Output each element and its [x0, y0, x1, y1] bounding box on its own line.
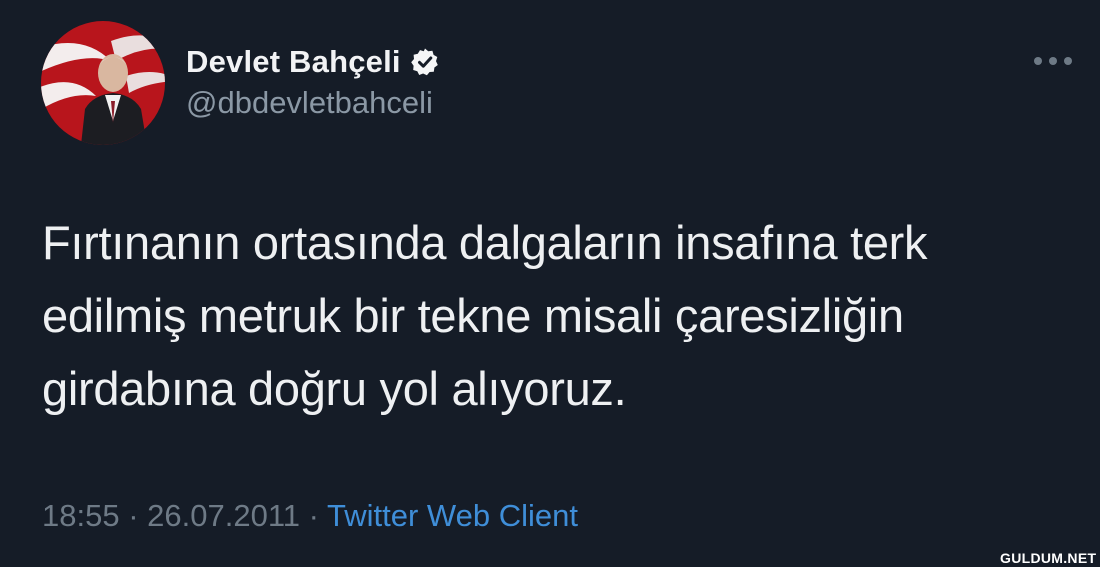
watermark: GULDUM.NET — [1000, 550, 1097, 566]
meta-separator: · — [308, 498, 319, 533]
user-handle[interactable]: @dbdevletbahceli — [186, 85, 433, 121]
tweet-meta: 18:55 · 26.07.2011 · Twitter Web Client — [42, 498, 578, 534]
user-name-row[interactable]: Devlet Bahçeli — [186, 44, 440, 80]
verified-badge-icon — [410, 47, 440, 77]
display-name[interactable]: Devlet Bahçeli — [186, 44, 401, 80]
tweet-card: Devlet Bahçeli @dbdevletbahceli Fırtınan… — [0, 0, 1100, 567]
tweet-date[interactable]: 26.07.2011 — [147, 498, 300, 533]
tweet-text: Fırtınanın ortasında dalgaların insafına… — [42, 216, 928, 415]
meta-separator: · — [128, 498, 139, 533]
avatar-image — [41, 21, 165, 145]
avatar[interactable] — [41, 21, 165, 145]
tweet-source-link[interactable]: Twitter Web Client — [327, 498, 578, 533]
tweet-time[interactable]: 18:55 — [42, 498, 120, 533]
more-options-icon[interactable] — [1030, 46, 1076, 76]
